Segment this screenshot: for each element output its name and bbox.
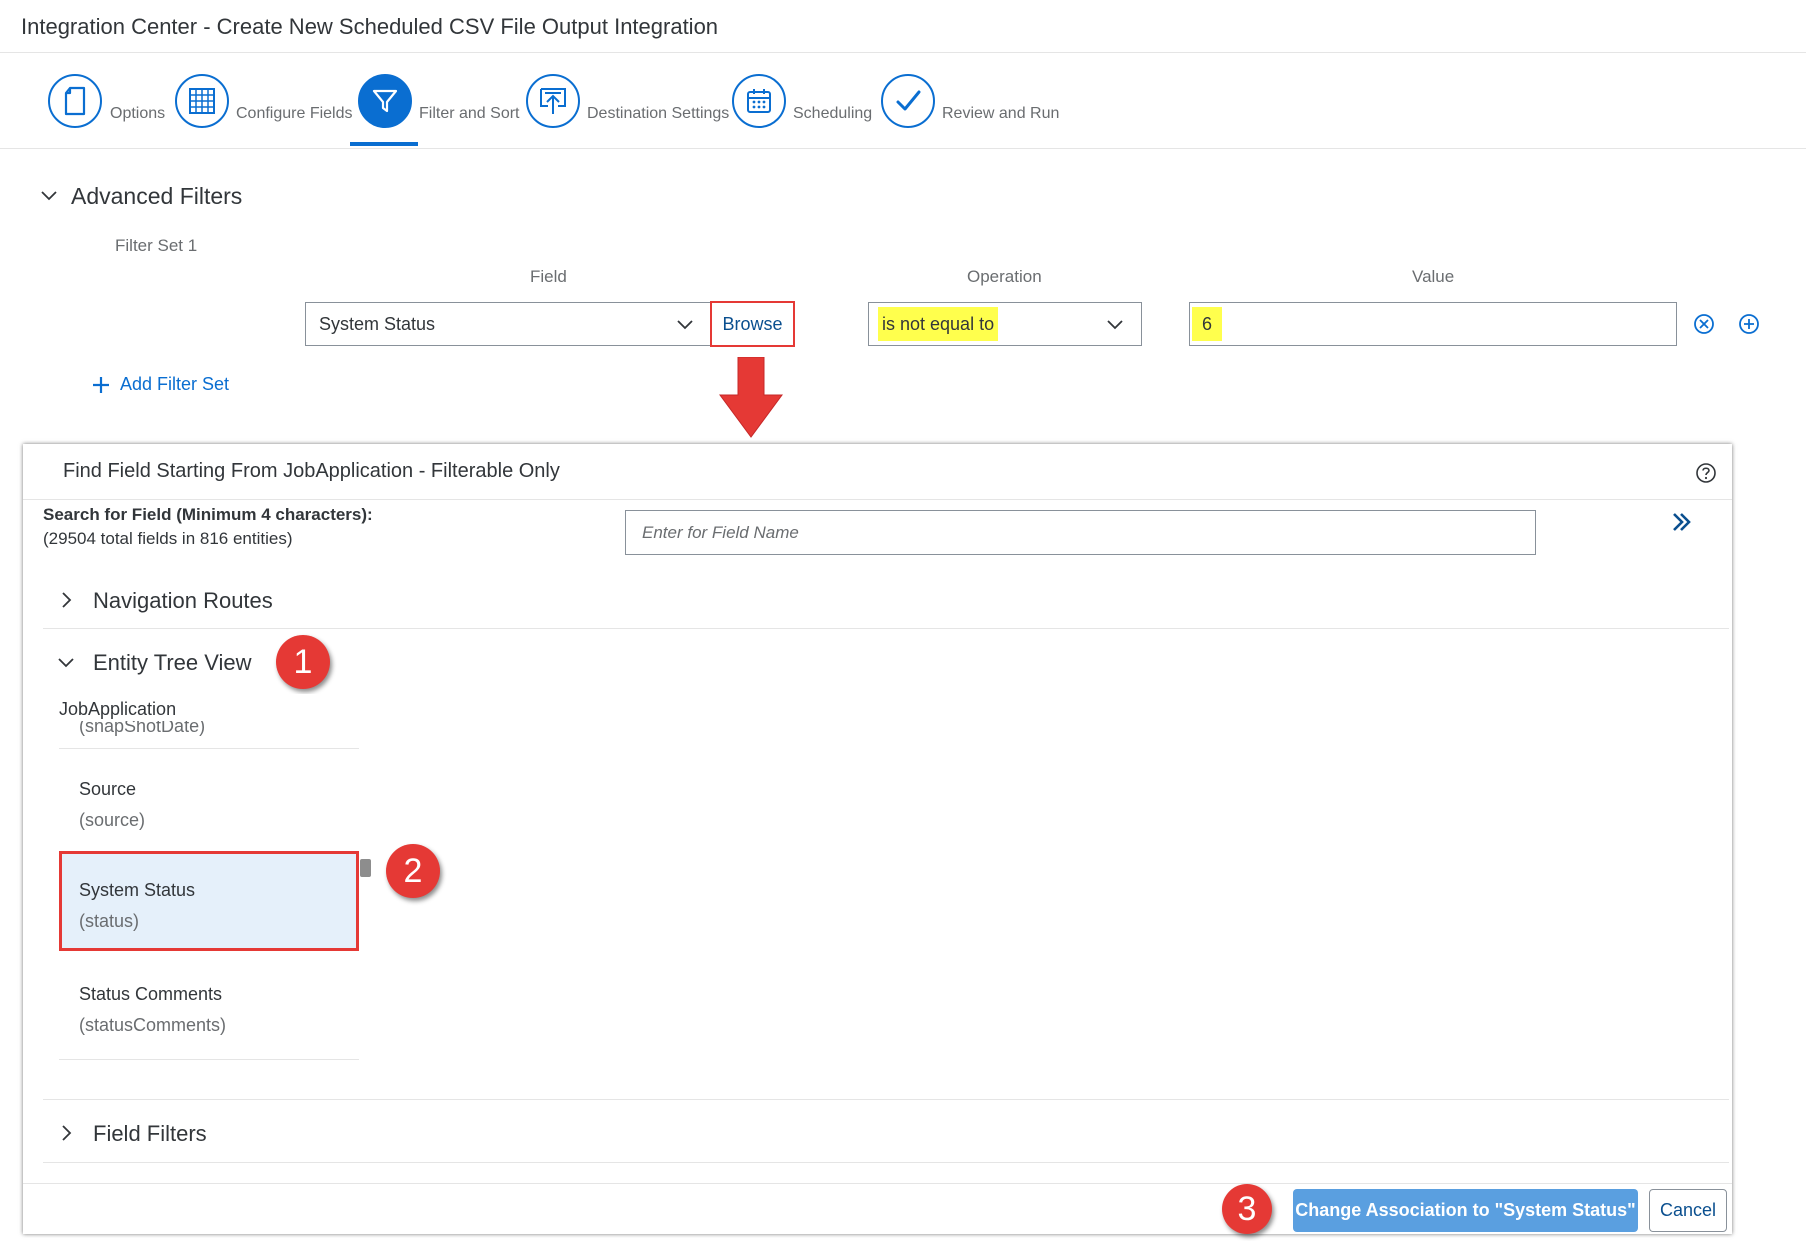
entity-tree-list: (snapShotDate) JobApplication Source (so… bbox=[59, 694, 359, 984]
tree-item-selected[interactable]: System Status (status) bbox=[59, 851, 359, 951]
callout-badge-3: 3 bbox=[1222, 1184, 1272, 1234]
operation-column-header: Operation bbox=[967, 267, 1042, 286]
chevron-right-icon[interactable] bbox=[59, 591, 73, 609]
advanced-filters-title: Advanced Filters bbox=[71, 183, 243, 209]
find-field-dialog: Find Field Starting From JobApplication … bbox=[23, 444, 1732, 1234]
double-chevron-right-icon[interactable] bbox=[1670, 511, 1692, 533]
tree-item-separator bbox=[59, 1059, 359, 1060]
step-configure-fields-button[interactable] bbox=[175, 74, 229, 128]
step-label-review-and-run[interactable]: Review and Run bbox=[942, 105, 1059, 123]
tree-item-name: Status Comments bbox=[79, 984, 223, 1004]
remove-row-icon[interactable] bbox=[1693, 313, 1715, 335]
step-destination-settings-button[interactable] bbox=[526, 74, 580, 128]
arrow-down-callout-icon bbox=[719, 357, 783, 438]
field-column-header: Field bbox=[530, 267, 567, 286]
document-icon bbox=[64, 86, 86, 116]
value-input[interactable]: 6 bbox=[1189, 302, 1677, 346]
dialog-footer-separator bbox=[23, 1183, 1732, 1184]
value-input-text: 6 bbox=[1192, 307, 1222, 341]
step-filter-and-sort-button[interactable] bbox=[358, 74, 412, 128]
step-label-destination-settings[interactable]: Destination Settings bbox=[587, 105, 729, 123]
chevron-right-icon[interactable] bbox=[59, 1124, 73, 1142]
operation-select[interactable]: is not equal to bbox=[868, 302, 1142, 346]
chevron-down-icon[interactable] bbox=[1106, 318, 1124, 332]
chevron-down-icon[interactable] bbox=[676, 318, 694, 332]
field-select[interactable]: System Status bbox=[305, 302, 711, 346]
tree-item-name: Source bbox=[79, 779, 137, 799]
section-separator bbox=[43, 1099, 1729, 1100]
add-row-icon[interactable] bbox=[1738, 313, 1760, 335]
step-review-and-run-button[interactable] bbox=[881, 74, 935, 128]
callout-badge-1: 1 bbox=[276, 635, 330, 689]
tree-item[interactable]: Source (source) bbox=[59, 749, 359, 849]
step-label-configure-fields[interactable]: Configure Fields bbox=[236, 105, 353, 123]
search-field-stats: (29504 total fields in 816 entities) bbox=[43, 529, 293, 548]
title-bar: Integration Center - Create New Schedule… bbox=[0, 0, 1806, 53]
search-placeholder: Enter for Field Name bbox=[642, 523, 799, 542]
help-icon[interactable] bbox=[1695, 462, 1717, 484]
field-name-search-input[interactable]: Enter for Field Name bbox=[625, 510, 1536, 555]
tree-item-name: System Status bbox=[79, 880, 196, 900]
step-label-scheduling[interactable]: Scheduling bbox=[793, 105, 872, 123]
entity-tree-view-header[interactable]: Entity Tree View bbox=[93, 650, 252, 676]
field-select-value: System Status bbox=[319, 314, 436, 334]
step-options-button[interactable] bbox=[48, 74, 102, 128]
cancel-button-label: Cancel bbox=[1659, 1200, 1717, 1220]
tree-item-id: (status) bbox=[79, 911, 140, 931]
calendar-icon bbox=[747, 89, 771, 113]
upload-icon bbox=[540, 88, 566, 114]
page-title: Integration Center - Create New Schedule… bbox=[21, 14, 719, 39]
operation-select-value: is not equal to bbox=[878, 307, 999, 341]
tree-root-label[interactable]: JobApplication bbox=[59, 699, 176, 720]
chevron-down-icon bbox=[41, 191, 57, 201]
change-association-label: Change Association to "System Status" bbox=[1295, 1200, 1636, 1220]
advanced-filters-toggle[interactable] bbox=[40, 189, 58, 208]
tree-item-id: (statusComments) bbox=[79, 1015, 227, 1035]
add-filter-set-label: Add Filter Set bbox=[120, 374, 230, 394]
section-separator bbox=[43, 628, 1729, 629]
plus-icon bbox=[93, 376, 109, 393]
value-column-header: Value bbox=[1412, 267, 1455, 286]
wizard-steps: Options Configure Fields Filter and Sort… bbox=[0, 53, 1806, 149]
filter-icon bbox=[372, 89, 398, 113]
tree-root-row: JobApplication bbox=[59, 694, 359, 721]
cancel-button[interactable]: Cancel bbox=[1649, 1189, 1727, 1232]
browse-button[interactable]: Browse bbox=[710, 301, 795, 347]
callout-badge-2: 2 bbox=[386, 844, 440, 898]
chevron-down-icon[interactable] bbox=[57, 656, 75, 670]
dialog-title: Find Field Starting From JobApplication … bbox=[63, 460, 560, 482]
tree-item-id: (source) bbox=[79, 810, 146, 830]
active-step-indicator bbox=[350, 142, 418, 146]
table-grid-icon bbox=[189, 88, 215, 114]
change-association-button[interactable]: Change Association to "System Status" bbox=[1293, 1189, 1638, 1232]
scrollbar-thumb[interactable] bbox=[360, 859, 371, 877]
step-scheduling-button[interactable] bbox=[732, 74, 786, 128]
checkmark-icon bbox=[896, 90, 921, 111]
step-label-options[interactable]: Options bbox=[110, 105, 165, 123]
tree-item[interactable]: Status Comments (statusComments) bbox=[59, 954, 359, 1054]
dialog-header-separator bbox=[23, 499, 1732, 500]
filter-set-label: Filter Set 1 bbox=[115, 236, 198, 255]
step-label-filter-and-sort[interactable]: Filter and Sort bbox=[419, 105, 519, 123]
field-filters-header[interactable]: Field Filters bbox=[93, 1121, 207, 1147]
add-filter-set-link[interactable]: Add Filter Set bbox=[91, 374, 229, 395]
section-separator bbox=[43, 1162, 1729, 1163]
search-field-label: Search for Field (Minimum 4 characters): bbox=[43, 505, 373, 524]
browse-button-label: Browse bbox=[722, 313, 783, 334]
navigation-routes-header[interactable]: Navigation Routes bbox=[93, 588, 273, 614]
